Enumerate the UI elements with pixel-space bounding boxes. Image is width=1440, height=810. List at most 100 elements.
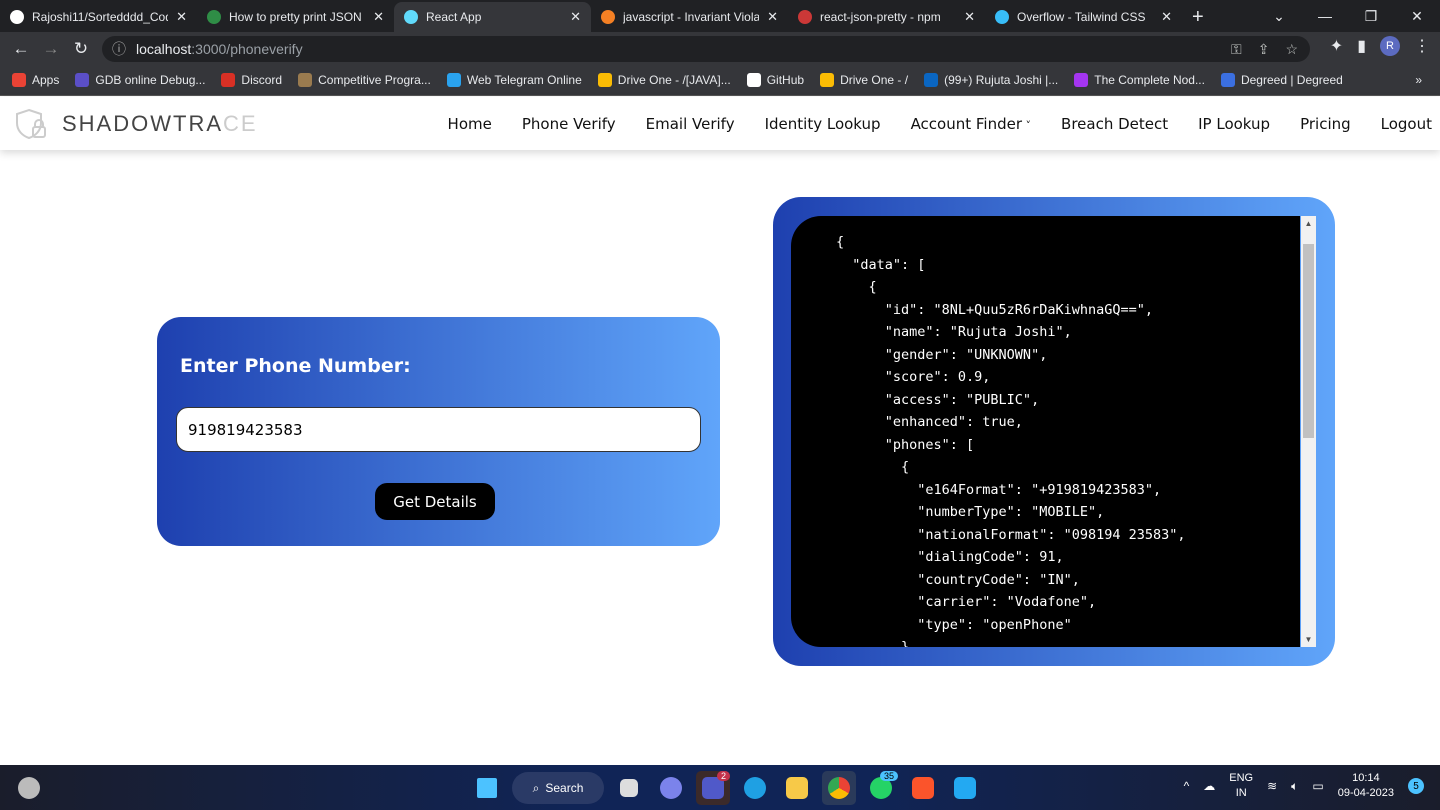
- key-icon[interactable]: ⚿: [1231, 41, 1242, 58]
- scrollbar-thumb[interactable]: [1303, 244, 1314, 438]
- star-icon[interactable]: ☆: [1285, 41, 1298, 58]
- bookmark-label: GDB online Debug...: [95, 73, 206, 87]
- nav-item-account-finder[interactable]: Account Finder ˅: [911, 115, 1031, 133]
- url-path: :3000/phoneverify: [191, 41, 303, 57]
- battery-icon[interactable]: ▭: [1312, 779, 1323, 793]
- task-view-icon[interactable]: [612, 771, 646, 805]
- restore-button[interactable]: ❐: [1348, 8, 1394, 25]
- close-window-button[interactable]: ✕: [1394, 8, 1440, 25]
- nav-item-logout[interactable]: Logout: [1381, 115, 1432, 133]
- nav-item-identity-lookup[interactable]: Identity Lookup: [765, 115, 881, 133]
- scroll-up-icon[interactable]: ▲: [1301, 219, 1316, 228]
- json-line: "data": [: [836, 256, 926, 273]
- bookmark-item[interactable]: Apps: [12, 73, 59, 87]
- menu-icon[interactable]: ⋮: [1414, 36, 1430, 56]
- nav-item-pricing[interactable]: Pricing: [1300, 115, 1351, 133]
- nav-item-breach-detect[interactable]: Breach Detect: [1061, 115, 1168, 133]
- minimize-button[interactable]: —: [1302, 8, 1348, 24]
- site-info-icon[interactable]: ⓘ: [112, 39, 126, 59]
- site-navbar: SHADOWTRACE Home Phone Verify Email Verify…: [0, 97, 1440, 150]
- close-tab-icon[interactable]: ✕: [373, 9, 384, 25]
- brave-icon[interactable]: [906, 771, 940, 805]
- logo[interactable]: SHADOWTRACE: [14, 107, 258, 141]
- json-scrollbar[interactable]: ▲ ▼: [1301, 216, 1316, 647]
- browser-tab[interactable]: javascript - Invariant Violatio ✕: [591, 2, 788, 32]
- bookmark-item[interactable]: Drive One - /[JAVA]...: [597, 73, 731, 87]
- notification-badge[interactable]: 5: [1408, 778, 1424, 794]
- back-icon[interactable]: ←: [6, 39, 36, 59]
- more-bookmarks-icon[interactable]: »: [1415, 73, 1440, 87]
- file-explorer-icon[interactable]: [780, 771, 814, 805]
- bookmark-item[interactable]: GitHub: [746, 73, 804, 87]
- tab-title: How to pretty print JSON st: [229, 10, 366, 24]
- scroll-down-icon[interactable]: ▼: [1301, 635, 1316, 644]
- taskbar-search[interactable]: ⌕ Search: [512, 772, 604, 804]
- nav-item-email-verify[interactable]: Email Verify: [646, 115, 735, 133]
- chevron-up-icon[interactable]: ^: [1184, 779, 1190, 793]
- new-tab-button[interactable]: +: [1182, 2, 1214, 32]
- tab-search-icon[interactable]: ⌄: [1256, 8, 1302, 25]
- forward-icon[interactable]: →: [36, 39, 66, 59]
- nav-item-phone-verify[interactable]: Phone Verify: [522, 115, 616, 133]
- teams-icon[interactable]: 2: [696, 771, 730, 805]
- browser-tab[interactable]: How to pretty print JSON st ✕: [197, 2, 394, 32]
- reload-icon[interactable]: ↻: [66, 39, 96, 59]
- get-details-button[interactable]: Get Details: [375, 483, 495, 520]
- onedrive-icon[interactable]: ☁: [1203, 779, 1215, 793]
- bookmark-icon: [12, 73, 26, 87]
- bookmark-icon: [221, 73, 236, 87]
- close-tab-icon[interactable]: ✕: [767, 9, 778, 25]
- edge-icon[interactable]: [738, 771, 772, 805]
- json-viewer[interactable]: { "data": [ { "id": "8NL+Quu5zR6rDaKiwhn…: [791, 216, 1300, 647]
- browser-tab[interactable]: Overflow - Tailwind CSS ✕: [985, 2, 1182, 32]
- language-indicator[interactable]: ENG IN: [1229, 771, 1253, 801]
- bookmark-item[interactable]: Web Telegram Online: [446, 73, 582, 87]
- bookmark-icon: [1074, 73, 1089, 87]
- bookmark-icon: [1220, 73, 1235, 87]
- tab-favicon-icon: [404, 10, 418, 24]
- weather-widget-icon[interactable]: [18, 777, 40, 799]
- lang-top: ENG: [1229, 772, 1254, 784]
- extensions-icon[interactable]: ✦: [1330, 36, 1343, 56]
- share-icon[interactable]: ⇪: [1258, 41, 1270, 58]
- nav-item-label: Phone Verify: [521, 114, 616, 133]
- browser-tab[interactable]: React App ✕: [394, 2, 591, 32]
- bookmark-item[interactable]: GDB online Debug...: [75, 73, 205, 87]
- json-line: "access": "PUBLIC",: [836, 391, 1040, 408]
- side-panel-icon[interactable]: ▮: [1357, 36, 1366, 56]
- profile-avatar[interactable]: R: [1380, 36, 1400, 56]
- bookmark-item[interactable]: Discord: [221, 73, 282, 87]
- bookmark-item[interactable]: Competitive Progra...: [298, 73, 431, 87]
- json-line: "type": "openPhone": [836, 616, 1072, 633]
- close-tab-icon[interactable]: ✕: [964, 9, 975, 25]
- clock[interactable]: 10:14 09-04-2023: [1338, 771, 1394, 801]
- chrome-icon[interactable]: [822, 771, 856, 805]
- bookmark-item[interactable]: Drive One - /: [820, 73, 908, 87]
- close-tab-icon[interactable]: ✕: [1161, 9, 1172, 25]
- phone-number-input[interactable]: [176, 407, 701, 452]
- close-tab-icon[interactable]: ✕: [176, 9, 187, 25]
- address-bar[interactable]: ⓘ localhost:3000/phoneverify ⚿ ⇪ ☆: [102, 36, 1310, 62]
- json-line: "id": "8NL+Quu5zR6rDaKiwhnaGQ==",: [836, 301, 1153, 318]
- bookmark-label: Apps: [32, 73, 60, 87]
- nav-item-ip-lookup[interactable]: IP Lookup: [1198, 115, 1270, 133]
- bookmarks-bar: Apps GDB online Debug... Discord Competitiv…: [0, 65, 1440, 96]
- start-icon[interactable]: [470, 771, 504, 805]
- bookmark-item[interactable]: (99+) Rujuta Joshi |...: [924, 73, 1058, 87]
- tab-favicon-icon: [601, 10, 615, 24]
- browser-tab[interactable]: react-json-pretty - npm ✕: [788, 2, 985, 32]
- bookmark-item[interactable]: The Complete Nod...: [1074, 73, 1205, 87]
- chat-icon[interactable]: [654, 771, 688, 805]
- browser-tab[interactable]: Rajoshi11/Sortedddd_Code ✕: [0, 2, 197, 32]
- json-line: "gender": "UNKNOWN",: [836, 346, 1048, 363]
- volume-icon[interactable]: 🔈︎: [1291, 779, 1298, 794]
- bookmark-icon: [746, 73, 761, 87]
- whatsapp-icon[interactable]: 35: [864, 771, 898, 805]
- nav-item-home[interactable]: Home: [448, 115, 492, 133]
- bookmark-label: Drive One - /[JAVA]...: [617, 73, 731, 87]
- vscode-icon[interactable]: [948, 771, 982, 805]
- bookmark-item[interactable]: Degreed | Degreed: [1220, 73, 1343, 87]
- wifi-icon[interactable]: ≋: [1267, 779, 1277, 793]
- close-tab-icon[interactable]: ✕: [570, 9, 581, 25]
- brand-name-fade: CE: [223, 110, 258, 136]
